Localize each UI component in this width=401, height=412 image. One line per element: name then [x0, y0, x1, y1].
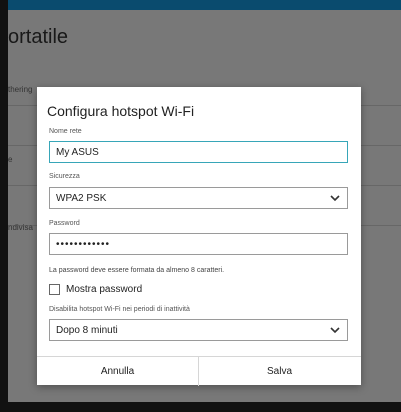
security-select[interactable]: WPA2 PSK	[49, 187, 348, 209]
disable-hotspot-label: Disabilita hotspot Wi-Fi nei periodi di …	[49, 306, 190, 313]
cancel-button[interactable]: Annulla	[37, 357, 199, 386]
password-masked-value: ••••••••••••	[56, 239, 111, 250]
show-password-label[interactable]: Mostra password	[66, 284, 142, 295]
network-name-value: My ASUS	[56, 147, 99, 158]
network-name-input[interactable]: My ASUS	[49, 141, 348, 163]
device-bezel-left	[0, 0, 8, 412]
network-name-label: Nome rete	[49, 128, 82, 135]
chevron-down-icon	[330, 327, 340, 334]
dialog-title: Configura hotspot Wi-Fi	[47, 103, 195, 119]
show-password-checkbox[interactable]	[49, 284, 60, 295]
security-value: WPA2 PSK	[56, 193, 107, 204]
status-bar	[0, 0, 401, 10]
password-label: Password	[49, 220, 80, 227]
chevron-down-icon	[330, 195, 340, 202]
hotspot-config-dialog: Configura hotspot Wi-Fi Nome rete My ASU…	[37, 87, 361, 386]
dialog-button-bar: Annulla Salva	[37, 356, 361, 386]
device-bezel-bottom	[0, 402, 401, 412]
disable-hotspot-value: Dopo 8 minuti	[56, 325, 118, 336]
disable-hotspot-select[interactable]: Dopo 8 minuti	[49, 319, 348, 341]
save-button[interactable]: Salva	[199, 357, 360, 386]
password-helper-text: La password deve essere formata da almen…	[49, 267, 225, 274]
screen: ortatile thering e ndivisa Configura hot…	[0, 0, 401, 412]
password-input[interactable]: ••••••••••••	[49, 233, 348, 255]
security-label: Sicurezza	[49, 173, 80, 180]
